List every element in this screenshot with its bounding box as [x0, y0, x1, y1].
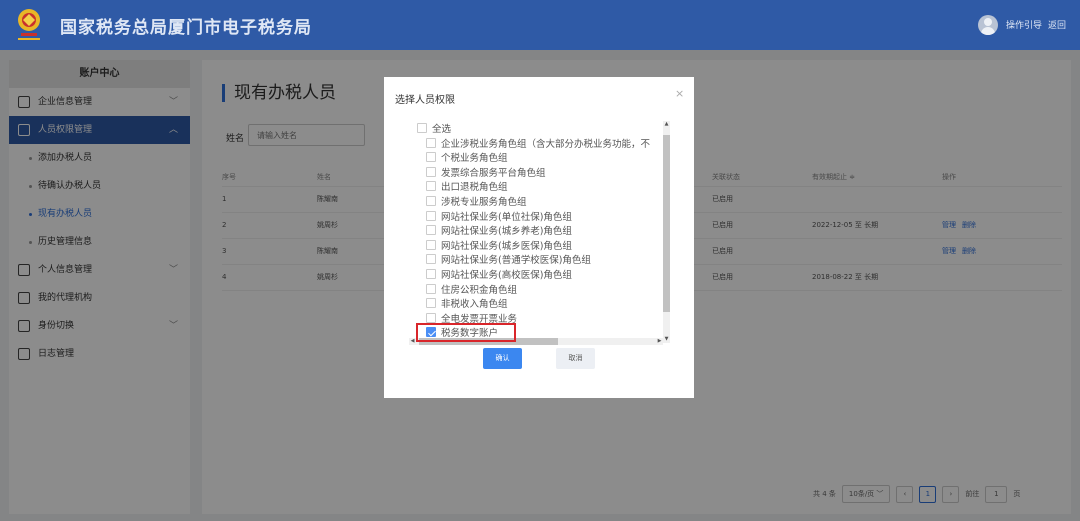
checkbox[interactable]	[426, 269, 436, 279]
checkbox[interactable]	[426, 196, 436, 206]
option-label: 发票综合服务平台角色组	[441, 167, 546, 179]
option-label: 出口退税角色组	[441, 182, 508, 194]
confirm-button[interactable]: 确认	[483, 348, 522, 369]
cancel-button[interactable]: 取消	[556, 348, 595, 369]
user-avatar-icon[interactable]	[978, 15, 998, 35]
checkbox[interactable]	[426, 239, 436, 250]
highlight-frame	[416, 323, 516, 342]
dialog-title: 选择人员权限	[395, 95, 455, 106]
option-label: 网站社保业务(高校医保)角色组	[441, 270, 572, 281]
guide-link[interactable]: 操作引导	[1006, 18, 1042, 31]
option-label: 网站社保业务(普通学校医保)角色组	[441, 255, 591, 267]
permission-option[interactable]: 网站社保业务(普通学校医保)角色组	[426, 252, 591, 266]
permission-option[interactable]: 个税业务角色组	[426, 150, 508, 164]
option-label: 涉税专业服务角色组	[441, 197, 527, 208]
option-label: 非税收入角色组	[441, 299, 508, 311]
permission-option-select-all[interactable]: 全选	[417, 121, 451, 135]
scroll-down-arrow-icon[interactable]: ▼	[663, 336, 670, 343]
top-header: 国家税务总局厦门市电子税务局 操作引导 返回	[0, 0, 1080, 50]
option-label: 网站社保业务(城乡养老)角色组	[441, 226, 572, 238]
option-label: 网站社保业务(单位社保)角色组	[441, 211, 572, 223]
close-icon[interactable]: ×	[675, 87, 684, 100]
back-link[interactable]: 返回	[1048, 18, 1066, 31]
scroll-left-arrow-icon[interactable]: ◀	[409, 338, 416, 345]
vertical-scrollbar[interactable]: ▲ ▼	[663, 121, 670, 343]
checkbox[interactable]	[426, 225, 436, 236]
permission-option[interactable]: 住房公积金角色组	[426, 282, 517, 296]
permission-option[interactable]: 发票综合服务平台角色组	[426, 165, 546, 179]
permission-option[interactable]: 涉税专业服务角色组	[426, 194, 527, 208]
checkbox[interactable]	[426, 152, 436, 163]
scroll-right-arrow-icon[interactable]: ▶	[656, 338, 663, 345]
checkbox[interactable]	[426, 166, 436, 177]
option-label: 企业涉税业务角色组（含大部分办税业务功能，不	[441, 138, 651, 150]
permission-option[interactable]: 非税收入角色组	[426, 296, 508, 310]
checkbox[interactable]	[417, 123, 427, 133]
option-label: 个税业务角色组	[441, 153, 508, 165]
checkbox[interactable]	[426, 181, 436, 192]
option-label: 网站社保业务(城乡医保)角色组	[441, 240, 572, 252]
checkbox[interactable]	[426, 283, 436, 294]
tax-emblem-icon	[18, 9, 40, 40]
option-label: 全选	[432, 124, 452, 135]
checkbox[interactable]	[426, 312, 436, 323]
permission-dialog: 选择人员权限 × 全选 企业涉税业务角色组（含大部分办税业务功能，不 个税业务角…	[384, 77, 694, 398]
permission-option[interactable]: 网站社保业务(城乡医保)角色组	[426, 238, 572, 252]
option-label: 住房公积金角色组	[441, 284, 518, 296]
permission-option[interactable]: 企业涉税业务角色组（含大部分办税业务功能，不	[426, 136, 650, 150]
checkbox[interactable]	[426, 298, 436, 309]
checkbox[interactable]	[426, 210, 436, 221]
permission-option[interactable]: 网站社保业务(高校医保)角色组	[426, 267, 572, 281]
checkbox[interactable]	[426, 137, 436, 148]
permission-option[interactable]: 出口退税角色组	[426, 179, 508, 193]
permission-option[interactable]: 网站社保业务(单位社保)角色组	[426, 209, 572, 223]
permission-option[interactable]: 网站社保业务(城乡养老)角色组	[426, 223, 572, 237]
site-title: 国家税务总局厦门市电子税务局	[60, 18, 312, 38]
scrollbar-thumb[interactable]	[663, 135, 670, 312]
scroll-up-arrow-icon[interactable]: ▲	[663, 121, 670, 128]
checkbox[interactable]	[426, 254, 436, 265]
